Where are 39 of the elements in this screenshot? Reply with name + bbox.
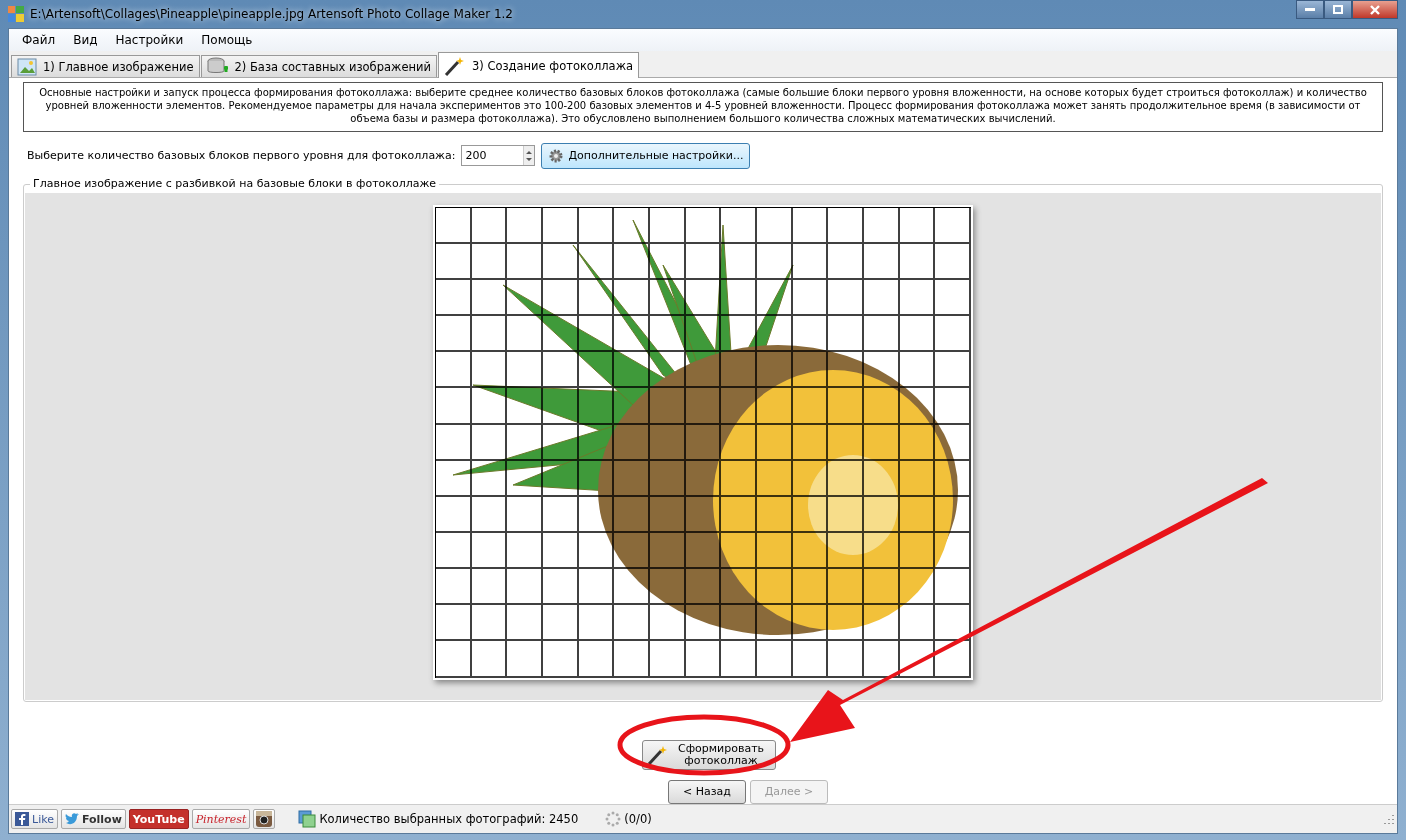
photos-icon (298, 810, 317, 828)
picture-icon (17, 57, 37, 76)
maximize-button[interactable] (1324, 0, 1352, 19)
youtube-button[interactable]: YouTube (128, 809, 189, 829)
selected-photos-count: Количество выбранных фотографий: 2450 (319, 812, 579, 826)
facebook-icon (15, 812, 29, 826)
blocks-spinner[interactable]: 200 (461, 145, 536, 167)
menu-item[interactable]: Настройки (106, 33, 193, 47)
progress-text: (0/0) (624, 812, 652, 826)
minimize-button[interactable] (1296, 0, 1324, 19)
close-icon (1370, 4, 1380, 15)
loading-spinner-icon (605, 811, 622, 827)
nav-button[interactable]: < Назад (668, 780, 746, 804)
gear-icon (548, 147, 565, 164)
resize-grip-icon (1383, 813, 1395, 825)
camera-icon (255, 810, 274, 828)
magic-wand-icon (443, 55, 466, 76)
advanced-settings-button[interactable]: Дополнительные настройки... (541, 142, 751, 169)
instagram-button[interactable] (253, 809, 276, 829)
tab[interactable]: 1) Главное изображение (11, 55, 200, 77)
follow-button[interactable]: Follow (60, 809, 126, 829)
menu-item[interactable]: Файл (13, 33, 65, 47)
tab[interactable]: 3) Создание фотоколлажа (437, 52, 640, 78)
menu-item[interactable]: Вид (64, 33, 107, 47)
group-title: Главное изображение с разбивкой на базовые блоки в фотоколлаже (30, 176, 440, 190)
pinterest-button[interactable]: Pinterest (191, 809, 251, 829)
magic-wand-icon (647, 745, 669, 765)
blocks-label: Выберите количество базовых блоков первого уровня для фотоколлажа: (27, 149, 456, 163)
menu-item[interactable]: Помощь (192, 33, 262, 47)
maximize-icon (1333, 5, 1343, 14)
close-button[interactable] (1352, 0, 1398, 19)
window-title: E:\Artensoft\Collages\Pineapple\pineapple.jpg Artensoft Photo Collage Maker 1.2 (30, 7, 513, 21)
minimize-icon (1305, 7, 1315, 12)
description-text: Основные настройки и запуск процесса формирования фотоколлажа: выберите среднее количество базовых блоков фотоколлажа (самые большие блоки первого уровня вложенности, на основе которых будет строиться фотоколлаж) и количество уровней вложенности элементов. Рекомендуемое параметры для начала экспериментов это 100-200 базовых элементов и 4-5 уровней вложенности. Процесс формирования фотоколлажа может занять продолжительное время (в зависимости от объема базы и размера фотоколлажа). Это обусловлено выполнением большого количества сложных математических вычислений. (23, 82, 1383, 132)
like-button[interactable]: Like (11, 809, 58, 829)
tab[interactable]: 2) База составных изображений (200, 55, 437, 77)
collage-icon (8, 6, 24, 22)
bird-icon (64, 813, 79, 825)
create-collage-button[interactable]: Сформировать фотоколлаж (642, 740, 776, 770)
